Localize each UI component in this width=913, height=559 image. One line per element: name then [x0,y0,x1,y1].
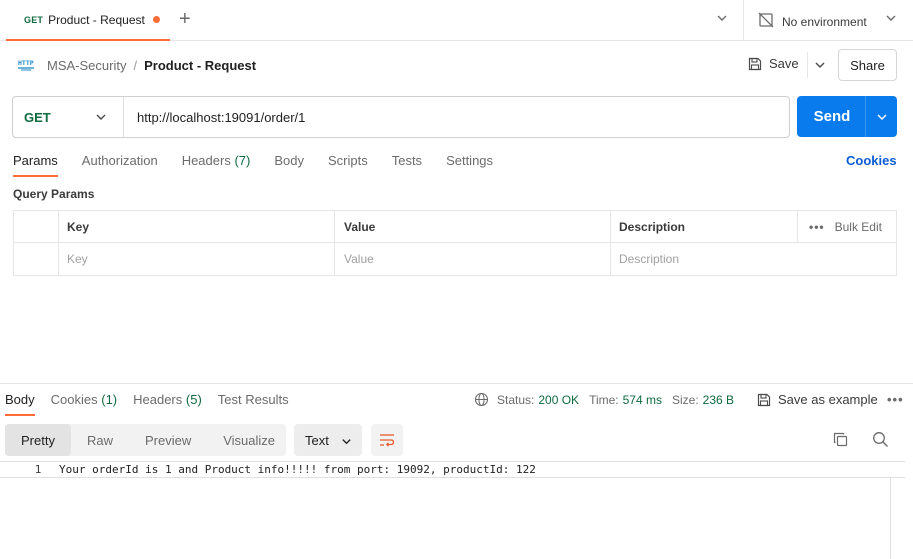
save-as-example-button[interactable]: Save as example [757,392,878,407]
send-button-group: Send [797,96,897,137]
status-key: Status: [497,392,535,407]
breadcrumb-separator: / [133,58,138,73]
method-chevron-icon [95,111,107,126]
column-divider [610,211,611,275]
send-options-chevron-icon[interactable] [866,111,897,123]
no-environment-icon [758,12,774,31]
column-value: Value [344,220,376,234]
status-value[interactable]: 200 OK [538,393,579,407]
svg-text:HTTP: HTTP [18,59,34,67]
size-key: Size: [671,392,699,407]
breadcrumb-request-name[interactable]: Product - Request [144,58,256,73]
format-label: Text [305,432,329,448]
save-icon [757,393,771,407]
query-params-title: Query Params [13,187,95,201]
response-divider[interactable] [0,383,913,384]
column-key: Key [67,220,90,234]
environment-label: No environment [782,14,867,29]
tab-title: Product - Request [48,12,145,27]
response-status: Status: 200 OK Time: 574 ms Size: 236 B [474,392,734,407]
save-button[interactable]: Save [748,56,799,71]
more-options-icon[interactable]: ••• [809,220,825,234]
method-selector[interactable]: GET [13,97,124,137]
view-visualize[interactable]: Visualize [207,424,291,456]
method-label: GET [24,109,51,125]
save-as-example-label: Save as example [778,392,878,407]
http-icon: HTTP [17,56,35,75]
share-button[interactable]: Share [838,49,897,81]
table-row: Key Value Description [14,243,896,275]
response-tab-cookies[interactable]: Cookies (1) [51,392,117,416]
response-tab-test-results[interactable]: Test Results [218,392,289,416]
view-raw[interactable]: Raw [71,424,129,456]
key-input[interactable]: Key [59,243,88,275]
tab-body[interactable]: Body [274,153,304,177]
environment-selector[interactable]: No environment [758,12,867,31]
response-headers-count: (5) [185,392,202,407]
format-selector[interactable]: Text [294,424,362,456]
tabs-dropdown-chevron-icon[interactable] [716,12,728,27]
request-tabs: Params Authorization Headers (7) Body Sc… [13,153,517,177]
response-body-text[interactable]: Your orderId is 1 and Product info!!!!! … [44,463,536,476]
response-tabs: Body Cookies (1) Headers (5) Test Result… [5,392,305,416]
more-options-icon[interactable]: ••• [887,392,904,407]
time-key: Time: [589,392,619,407]
column-divider [797,211,798,243]
new-tab-plus-icon[interactable]: + [179,9,191,29]
response-tab-body[interactable]: Body [5,392,35,416]
cookies-link[interactable]: Cookies [846,153,897,168]
unsaved-dot-icon [153,16,160,23]
globe-icon[interactable] [474,392,489,407]
env-divider [743,0,744,40]
save-options-chevron-icon[interactable] [807,52,831,78]
cookies-count: (1) [101,392,118,407]
column-divider [58,211,59,275]
copy-icon[interactable] [833,432,848,450]
url-bar: GET http://localhost:19091/order/1 [12,96,790,138]
headers-count: (7) [234,153,251,168]
tab-tests[interactable]: Tests [392,153,422,177]
value-input[interactable]: Value [336,243,374,275]
query-params-table: Key Value Description ••• Bulk Edit Key … [13,210,897,276]
breadcrumb-collection[interactable]: MSA-Security [47,58,126,73]
tab-authorization[interactable]: Authorization [82,153,158,177]
environment-chevron-icon[interactable] [885,12,897,27]
url-input[interactable]: http://localhost:19091/order/1 [124,110,305,125]
format-chevron-icon [341,435,352,450]
response-scrollbar[interactable] [890,478,891,559]
save-icon [748,57,762,71]
save-label: Save [769,56,799,71]
column-divider [334,211,335,275]
breadcrumb: HTTP MSA-Security / Product - Request [17,56,256,75]
send-button[interactable]: Send [797,108,865,125]
tab-scripts[interactable]: Scripts [328,153,368,177]
view-preview[interactable]: Preview [129,424,207,456]
tab-headers[interactable]: Headers (7) [182,153,251,177]
response-tab-headers[interactable]: Headers (5) [133,392,202,416]
line-number: 1 [34,463,42,476]
column-description: Description [619,220,686,234]
wrap-lines-icon[interactable] [371,424,403,456]
response-body-line[interactable]: 1 Your orderId is 1 and Product info!!!!… [0,461,905,478]
description-input[interactable]: Description [611,243,679,275]
view-mode-switcher: Pretty Raw Preview Visualize [5,424,286,456]
time-value[interactable]: 574 ms [623,393,662,407]
request-tab[interactable]: GET Product - Request [6,0,170,41]
view-pretty[interactable]: Pretty [5,424,71,456]
tab-params[interactable]: Params [13,153,58,177]
bulk-edit-label: Bulk Edit [834,220,882,234]
bulk-edit-button[interactable]: ••• Bulk Edit [809,211,882,243]
search-icon[interactable] [872,431,889,451]
tab-method-badge: GET [24,14,44,25]
size-value[interactable]: 236 B [703,393,734,407]
table-header-row: Key Value Description ••• Bulk Edit [14,211,896,243]
tab-settings[interactable]: Settings [446,153,493,177]
